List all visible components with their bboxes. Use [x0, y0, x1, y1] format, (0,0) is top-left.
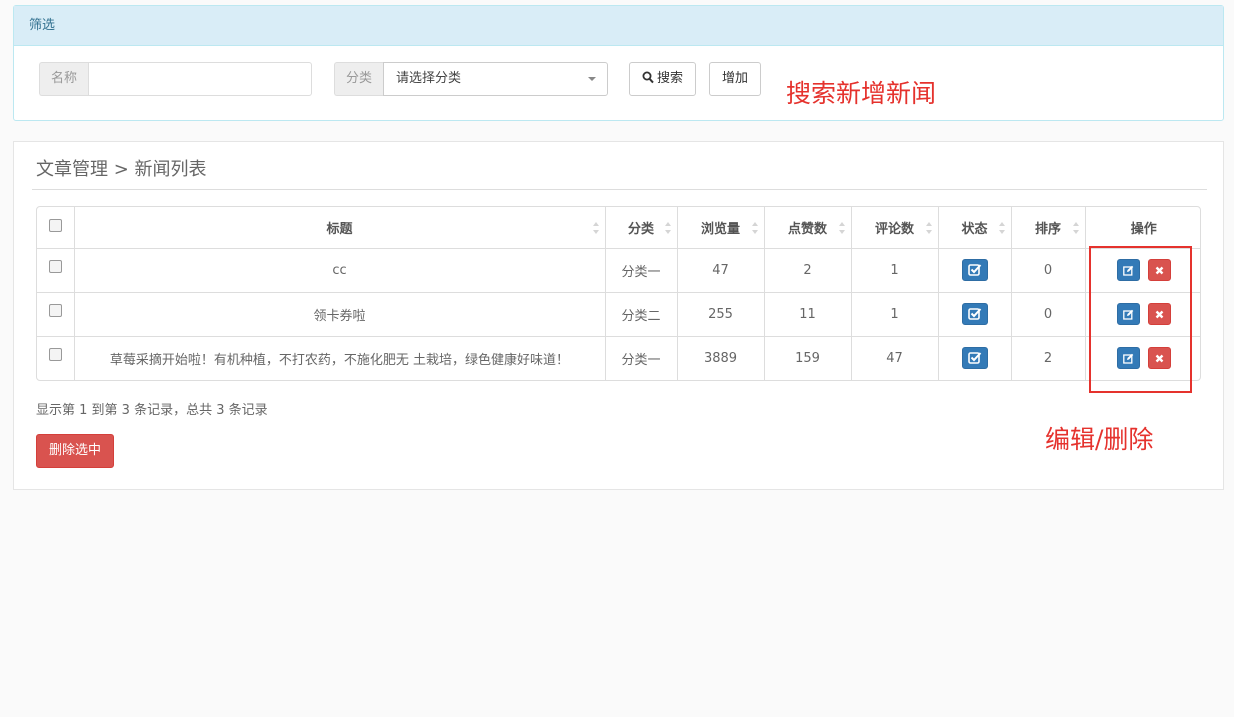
table-row: 领卡券啦 分类二 255 11 1 0: [37, 291, 1200, 336]
cell-likes: 159: [763, 335, 851, 380]
status-button[interactable]: [961, 347, 988, 370]
cell-comments: 1: [850, 247, 938, 292]
search-icon: [642, 71, 654, 84]
cell-views: 47: [676, 247, 764, 292]
row-checkbox[interactable]: [48, 303, 62, 317]
col-title-header[interactable]: 标题: [73, 207, 605, 248]
name-input-group: 名称: [39, 62, 313, 96]
category-selected-value: 请选择分类: [396, 71, 462, 86]
add-button[interactable]: 增加: [709, 62, 762, 96]
cell-views: 3889: [676, 335, 764, 380]
category-label: 分类: [334, 62, 384, 96]
table-header-row: 标题 分类 浏览量 点赞数 评论数 状态 排序 操作: [37, 207, 1200, 248]
select-all-cell: [37, 207, 74, 248]
category-select[interactable]: 请选择分类: [383, 62, 609, 96]
sort-icon: [592, 222, 599, 234]
sort-icon: [1072, 222, 1079, 234]
row-checkbox[interactable]: [48, 347, 62, 361]
search-button-label: 搜索: [657, 71, 684, 86]
sort-icon: [838, 222, 845, 234]
select-all-checkbox[interactable]: [48, 219, 62, 232]
sort-icon: [751, 222, 758, 234]
check-square-icon: [967, 352, 981, 365]
col-sort-header[interactable]: 排序: [1010, 207, 1085, 248]
annotation-edit-delete: 编辑/删除: [1045, 425, 1154, 454]
cell-category: 分类一: [604, 247, 677, 292]
delete-selected-button[interactable]: 删除选中: [36, 434, 115, 468]
pagination-summary: 显示第 1 到第 3 条记录，总共 3 条记录: [36, 403, 268, 418]
sort-icon: [664, 222, 671, 234]
caret-down-icon: [588, 77, 597, 81]
table-row: cc 分类一 47 2 1 0: [37, 247, 1200, 292]
cell-comments: 47: [850, 335, 938, 380]
sort-icon: [998, 222, 1005, 234]
cell-likes: 2: [763, 247, 851, 292]
cell-views: 255: [676, 291, 764, 336]
col-comments-header[interactable]: 评论数: [850, 207, 938, 248]
sort-icon: [925, 222, 932, 234]
cell-sort: 0: [1010, 291, 1085, 336]
table-row: 草莓采摘开始啦！有机种植，不打农药，不施化肥无 土栽培，绿色健康好味道！ 分类一…: [37, 335, 1200, 380]
status-button[interactable]: [961, 259, 988, 281]
cell-category: 分类二: [604, 291, 677, 336]
news-table: 标题 分类 浏览量 点赞数 评论数 状态 排序 操作 cc 分类一 47 2 1…: [36, 206, 1201, 381]
cell-title: cc: [73, 247, 605, 292]
name-label: 名称: [39, 62, 89, 96]
news-list-panel: 文章管理 > 新闻列表 标题 分类 浏览量 点赞数 评论数 状态 排序 操作 c…: [13, 141, 1224, 490]
check-square-icon: [967, 264, 981, 276]
divider: [32, 189, 1207, 190]
cell-comments: 1: [850, 291, 938, 336]
col-category-header[interactable]: 分类: [604, 207, 677, 248]
cell-sort: 0: [1010, 247, 1085, 292]
col-status-header[interactable]: 状态: [937, 207, 1011, 248]
cell-title: 领卡券啦: [73, 291, 605, 336]
cell-sort: 2: [1010, 335, 1085, 380]
col-actions-header: 操作: [1084, 207, 1200, 248]
cell-title: 草莓采摘开始啦！有机种植，不打农药，不施化肥无 土栽培，绿色健康好味道！: [73, 335, 605, 380]
breadcrumb: 文章管理 > 新闻列表: [36, 159, 207, 180]
filter-panel: 筛选 名称 分类 请选择分类 搜索 增加: [13, 5, 1224, 121]
cell-category: 分类一: [604, 335, 677, 380]
name-input[interactable]: [88, 62, 313, 96]
col-views-header[interactable]: 浏览量: [676, 207, 764, 248]
cell-likes: 11: [763, 291, 851, 336]
filter-heading: 筛选: [14, 6, 1223, 46]
col-likes-header[interactable]: 点赞数: [763, 207, 851, 248]
status-button[interactable]: [961, 303, 988, 325]
search-button[interactable]: 搜索: [629, 62, 697, 96]
category-input-group: 分类 请选择分类: [334, 62, 609, 96]
check-square-icon: [967, 308, 981, 320]
row-checkbox[interactable]: [48, 259, 62, 273]
annotation-search-add: 搜索新增新闻: [786, 79, 937, 108]
annotation-highlight-box: [1089, 246, 1192, 393]
add-button-label: 增加: [722, 71, 749, 86]
